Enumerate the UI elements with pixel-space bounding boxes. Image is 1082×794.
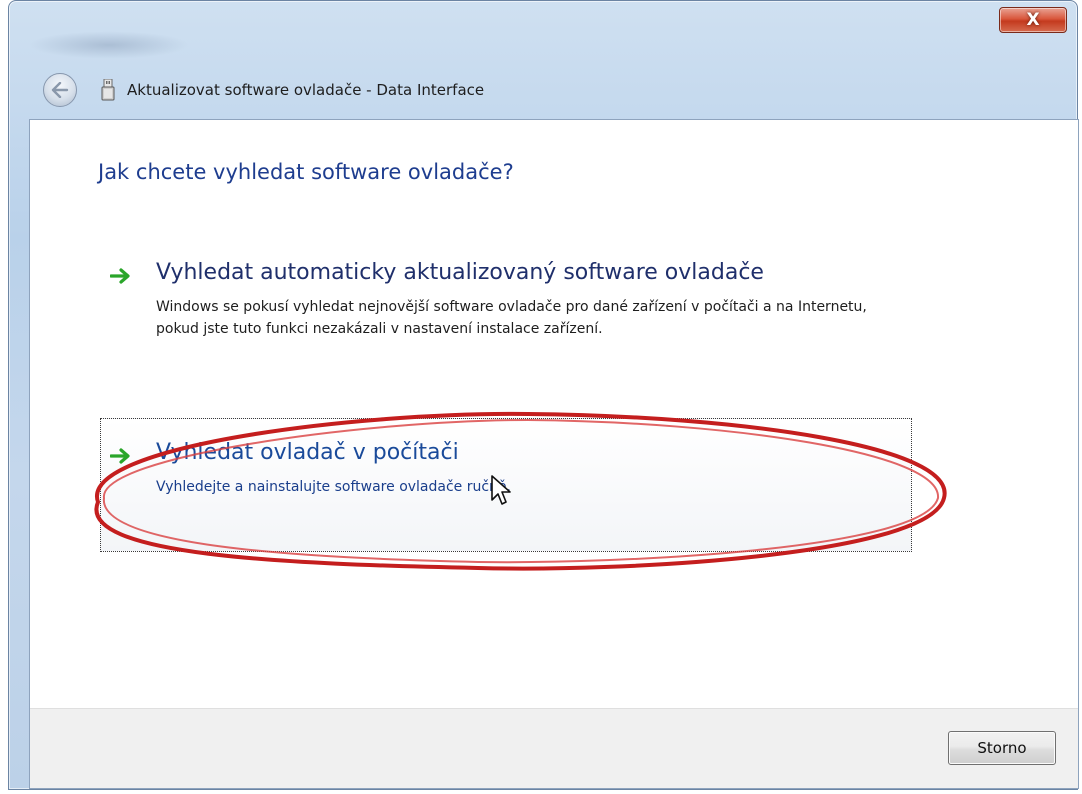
titlebar-glass-blur	[29, 31, 189, 59]
option-description: Windows se pokusí vyhledat nejnovější so…	[156, 299, 867, 337]
option-title: Vyhledat automaticky aktualizovaný softw…	[156, 260, 764, 285]
dialog-footer: Storno	[30, 708, 1078, 788]
dialog-window: X Aktualizovat software ovladače - Data …	[8, 0, 1079, 790]
dialog-client-area: Jak chcete vyhledat software ovladače? V…	[29, 119, 1079, 789]
cancel-button[interactable]: Storno	[948, 731, 1056, 765]
page-heading: Jak chcete vyhledat software ovladače?	[98, 160, 514, 184]
back-arrow-icon	[51, 82, 69, 98]
usb-device-icon	[101, 79, 115, 101]
dialog-title-bar: Aktualizovat software ovladače - Data In…	[101, 77, 484, 103]
mouse-pointer-icon	[491, 475, 511, 505]
dialog-title: Aktualizovat software ovladače - Data In…	[127, 81, 485, 99]
green-arrow-icon	[110, 448, 130, 464]
close-icon: X	[1026, 10, 1040, 30]
back-button[interactable]	[43, 73, 77, 107]
option-title: Vyhledat ovladač v počítači	[156, 440, 459, 465]
option-description: Vyhledejte a nainstalujte software ovlad…	[156, 479, 511, 495]
green-arrow-icon	[110, 268, 130, 284]
close-button[interactable]: X	[999, 7, 1067, 33]
